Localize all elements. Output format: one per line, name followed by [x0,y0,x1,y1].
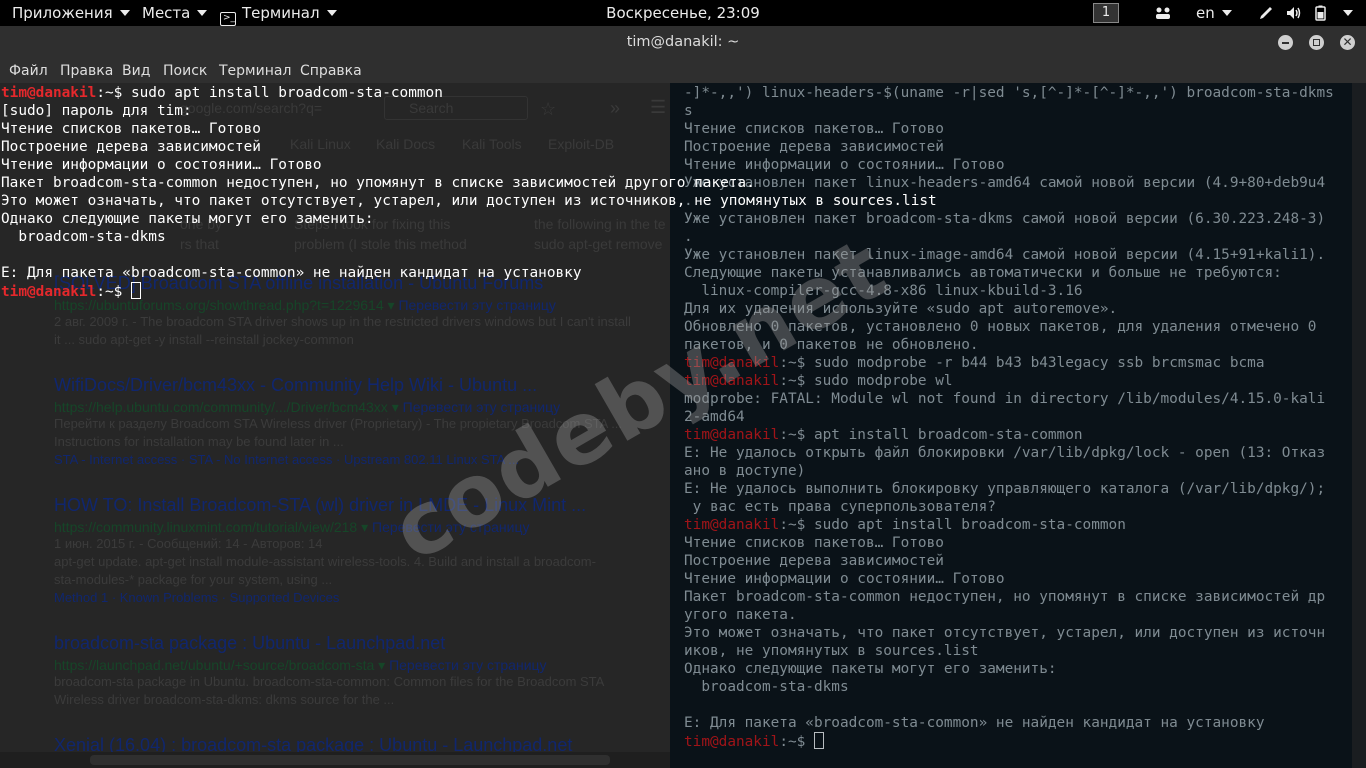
terminal-line: Это может означать, что пакет отсутствуе… [1,193,937,209]
search-result-snippet: Instructions for installation may be fou… [54,434,344,449]
bg-command: apt install broadcom-sta-common [813,427,1083,443]
search-result-url-text[interactable]: https://launchpad.net/ubuntu/+source/bro… [54,657,374,673]
translate-link[interactable]: Перевести эту страницу [389,657,546,673]
menu-terminal[interactable]: Терминал [219,59,291,83]
bg-command: sudo apt install broadcom-sta-common [813,517,1126,533]
bg-terminal-line: E: Для пакета «broadcom-sta-common» не н… [684,715,1265,731]
bg-terminal-line: Чтение информации о состоянии… Готово [684,571,1005,587]
bg-prompt-path: :~$ [779,427,814,443]
menu-edit[interactable]: Правка [60,59,113,83]
terminal-menubar: Файл Правка Вид Поиск Терминал Справка [0,59,1366,83]
chevron-down-icon[interactable] [1343,10,1353,16]
bg-terminal-line: modprobe: FATAL: Module wl not found in … [684,391,1326,407]
search-result-sitelinks[interactable]: Method 1 · Known Problems · Supported De… [54,590,339,605]
search-result-snippet: broadcom-sta package in Ubuntu. broadcom… [54,674,605,689]
bg-command: sudo modprobe -r b44 b43 b43legacy ssb b… [813,355,1265,371]
menu-search[interactable]: Поиск [163,59,207,83]
bg-cursor [813,732,824,749]
bg-terminal-line: Это может означать, что пакет отсутствуе… [684,625,1326,641]
search-result-url[interactable]: https://launchpad.net/ubuntu/+source/bro… [54,657,547,674]
bg-prompt: tim@danakil [684,517,780,533]
bg-command: sudo modprobe wl [813,373,953,389]
terminal-line: Построение дерева зависимостей [1,139,261,155]
search-result-snippet: Wireless driver broadcom-sta-dkms: dkms … [54,692,395,707]
close-icon: ✕ [1342,35,1353,49]
terminal-line: Однако следующие пакеты могут его замени… [1,211,374,227]
close-button[interactable]: ✕ [1340,35,1355,50]
gnome-top-bar: Приложения Места >_ Терминал Воскресенье,… [0,0,1366,26]
search-result-url-text[interactable]: https://community.linuxmint.com/tutorial… [54,519,357,535]
search-result-snippet: 1 июн. 2015 г. - Сообщений: 14 - Авторов… [54,536,323,551]
language-label: en [1196,4,1215,22]
bg-terminal-line: ано в доступе) [684,463,806,479]
bg-prompt-path: :~$ [779,373,814,389]
search-result-url[interactable]: https://help.ubuntu.com/community/.../Dr… [54,399,560,416]
terminal-line: Пакет broadcom-sta-common недоступен, но… [1,175,755,191]
search-result-snippet: apt-get update. apt-get install module-a… [54,554,596,569]
search-result-snippet: sta-modules-* package for your system, u… [54,572,333,587]
battery-icon[interactable] [1313,5,1329,21]
prompt-user: tim@danakil [1,284,97,300]
search-result-snippet: 2 авг. 2009 г. - The broadcom STA driver… [54,314,631,329]
search-result-snippet: it ... sudo apt-get -y install --reinsta… [54,332,354,347]
terminal-titlebar[interactable]: tim@danakil: ~ ✕ [0,26,1366,59]
terminal-line: broadcom-sta-dkms [1,229,166,245]
terminal-line: Чтение списков пакетов… Готово [1,121,261,137]
bg-prompt: tim@danakil [684,427,780,443]
minimize-icon [1282,41,1289,44]
maximize-button[interactable] [1309,35,1324,50]
bg-terminal-line: угого пакета. [684,607,797,623]
prompt-path: :~$ [96,284,131,300]
menu-view[interactable]: Вид [122,59,150,83]
bg-terminal-line: Построение дерева зависимостей [684,553,944,569]
menu-help[interactable]: Справка [300,59,362,83]
window-title: tim@danakil: ~ [626,34,740,50]
terminal-line: [sudo] пароль для tim: [1,103,192,119]
chevron-down-icon [1221,10,1232,16]
pen-icon[interactable] [1258,5,1274,21]
terminal-line: Чтение информации о состоянии… Готово [1,157,322,173]
terminal-line: sudo apt install broadcom-sta-common [130,85,443,101]
keyboard-layout-indicator[interactable]: en [1196,0,1232,26]
minimize-button[interactable] [1278,35,1293,50]
bg-terminal-line: Пакет broadcom-sta-common недоступен, но… [684,589,1326,605]
workspace-indicator[interactable]: 1 [1093,3,1119,23]
search-result-url-text[interactable]: https://help.ubuntu.com/community/.../Dr… [54,399,388,415]
terminal-line: E: Для пакета «broadcom-sta-common» не н… [1,265,582,281]
bg-prompt: tim@danakil [684,734,780,750]
bg-terminal-line: иков, не упомянутых в sources.list [684,643,979,659]
browser-scrollbar-thumb[interactable] [90,755,610,765]
prompt-user: tim@danakil [1,85,97,101]
search-result-title[interactable]: broadcom-sta package : Ubuntu - Launchpa… [54,633,445,654]
terminal-cursor [130,282,141,299]
prompt-path: :~$ [96,85,131,101]
background-terminal-scrollbar[interactable] [1352,83,1366,768]
bg-terminal-line: у вас есть права суперпользователя? [692,499,996,515]
bg-prompt-path: :~$ [779,517,814,533]
network-icon[interactable] [1155,5,1171,21]
bg-prompt-path: :~$ [779,734,814,750]
bg-terminal-line: Чтение списков пакетов… Готово [684,535,944,551]
bg-terminal-line: Однако следующие пакеты могут его замени… [684,661,1057,677]
search-result-title[interactable]: WifiDocs/Driver/bcm43xx - Community Help… [54,375,537,396]
menu-file[interactable]: Файл [9,59,48,83]
volume-icon[interactable] [1286,5,1302,21]
bg-terminal-line: E: Не удалось выполнить блокировку управ… [684,481,1326,497]
maximize-icon [1313,39,1320,46]
bg-terminal-line: E: Не удалось открыть файл блокировки /v… [684,445,1326,461]
bg-terminal-line: broadcom-sta-dkms [701,679,849,695]
